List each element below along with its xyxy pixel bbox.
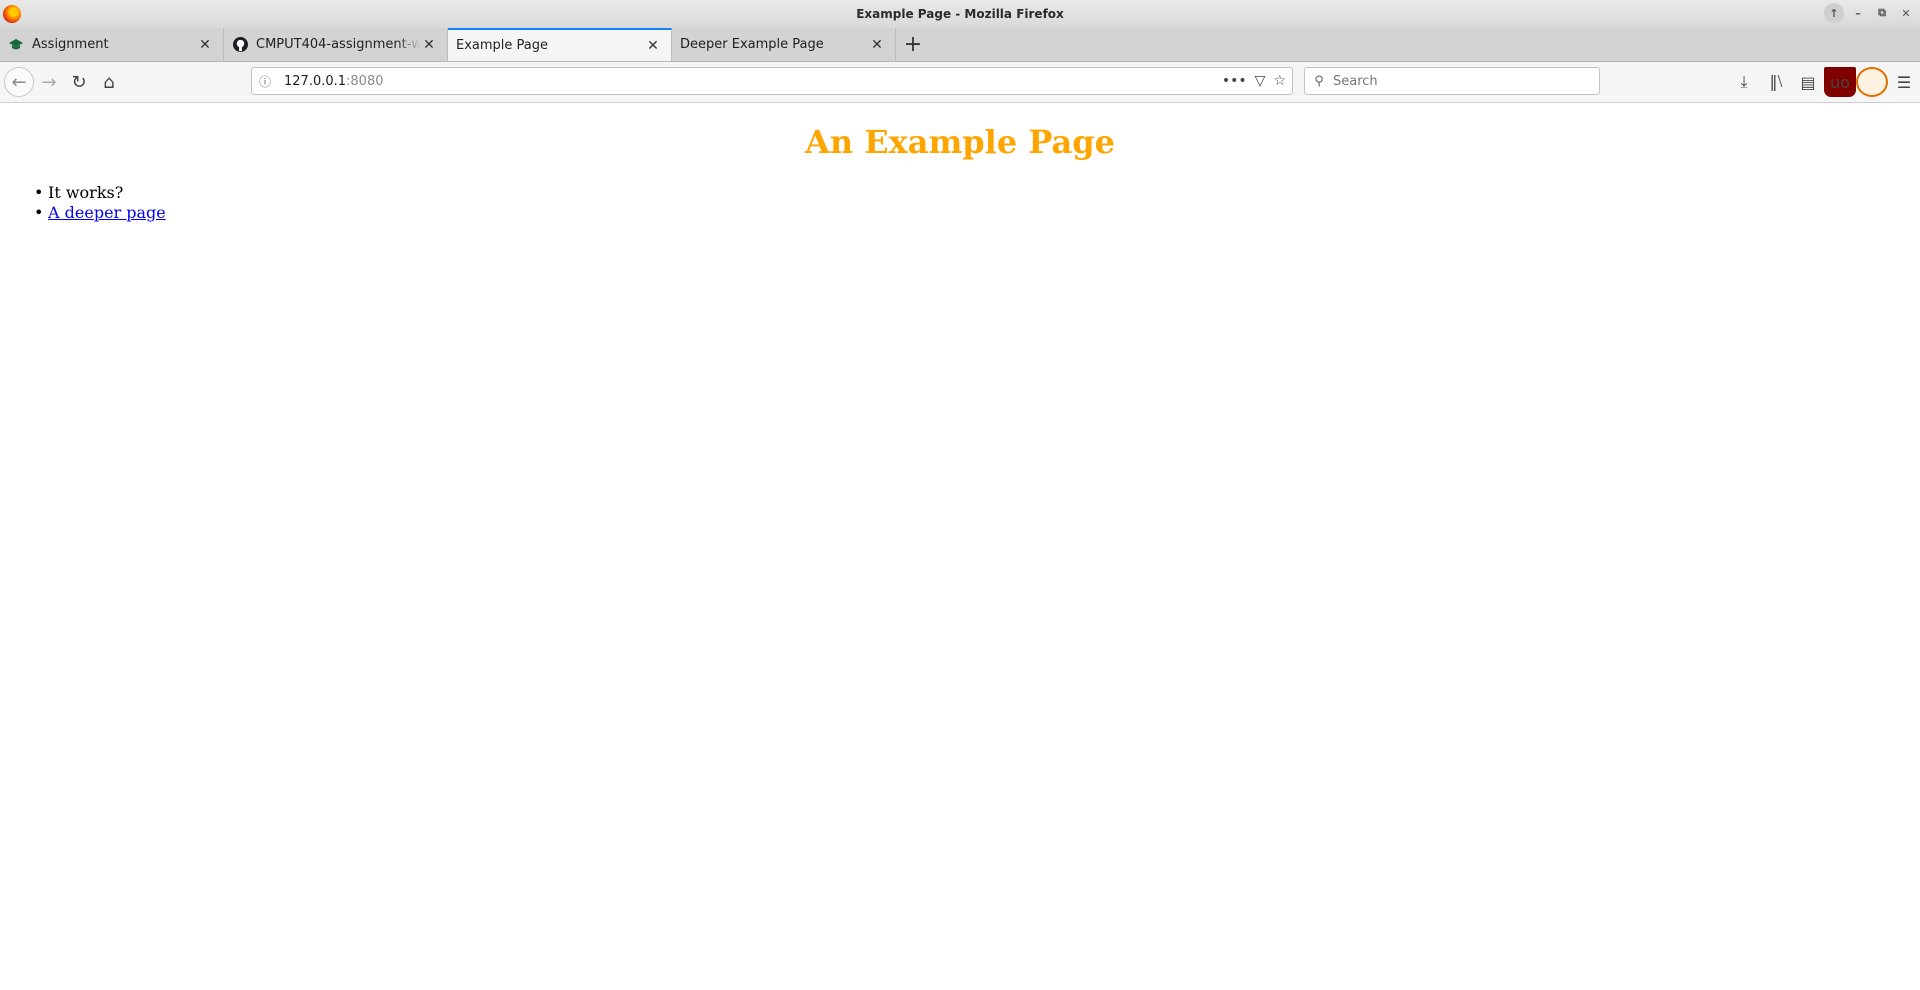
tab-label: Assignment <box>32 37 109 52</box>
scroll-up-icon[interactable]: ↑ <box>1824 3 1844 23</box>
maximize-button[interactable]: ⧉ <box>1872 3 1892 23</box>
firefox-logo-icon <box>3 5 21 23</box>
bookmark-star-icon[interactable]: ☆ <box>1273 73 1286 89</box>
close-tab-icon[interactable]: ✕ <box>869 37 885 53</box>
toolbar-right: ⤓ ‖⧵ ▤ uo ☰ <box>1728 67 1920 97</box>
pocket-icon[interactable]: ▽ <box>1255 73 1266 89</box>
page-actions-icon[interactable]: ••• <box>1222 73 1247 89</box>
close-window-button[interactable]: ✕ <box>1896 3 1916 23</box>
navigation-bar: ← → ↻ ⌂ ⓘ 127.0.0.1:8080 ••• ▽ ☆ ⚲ Searc… <box>0 62 1920 103</box>
url-bar[interactable]: ⓘ 127.0.0.1:8080 ••• ▽ ☆ <box>251 67 1293 95</box>
url-host: 127.0.0.1 <box>284 73 347 89</box>
tab-deeper-example-page[interactable]: Deeper Example Page ✕ <box>672 28 896 61</box>
tab-label: Example Page <box>456 38 549 53</box>
tab-example-page[interactable]: Example Page ✕ <box>448 28 672 61</box>
library-icon[interactable]: ‖⧵ <box>1760 67 1792 97</box>
home-button[interactable]: ⌂ <box>94 67 124 97</box>
forward-button[interactable]: → <box>34 67 64 97</box>
reload-button[interactable]: ↻ <box>64 67 94 97</box>
close-tab-icon[interactable]: ✕ <box>197 37 213 53</box>
window-controls: ↑ – ⧉ ✕ <box>1824 3 1916 23</box>
close-tab-icon[interactable]: ✕ <box>421 37 437 53</box>
sidebar-icon[interactable]: ▤ <box>1792 67 1824 97</box>
extension-icon[interactable] <box>1856 67 1888 97</box>
search-placeholder: Search <box>1333 73 1378 89</box>
window-titlebar: Example Page - Mozilla Firefox ↑ – ⧉ ✕ <box>0 0 1920 28</box>
list-item: It works? <box>34 183 166 203</box>
tab-label: CMPUT404-assignment-w <box>256 37 421 52</box>
tab-strip: Assignment ✕ CMPUT404-assignment-w ✕ Exa… <box>0 28 1920 62</box>
close-tab-icon[interactable]: ✕ <box>645 38 661 54</box>
tab-label: Deeper Example Page <box>680 37 824 52</box>
tab-cmput404[interactable]: CMPUT404-assignment-w ✕ <box>224 28 448 61</box>
list-item: A deeper page <box>34 203 166 223</box>
page-heading: An Example Page <box>805 123 1115 161</box>
menu-icon[interactable]: ☰ <box>1888 67 1920 97</box>
tab-assignment[interactable]: Assignment ✕ <box>0 28 224 61</box>
graduation-cap-icon <box>8 37 24 53</box>
github-icon <box>232 37 248 53</box>
search-input[interactable]: ⚲ Search <box>1304 67 1600 95</box>
downloads-icon[interactable]: ⤓ <box>1728 67 1760 97</box>
ublock-icon[interactable]: uo <box>1824 67 1856 97</box>
back-button[interactable]: ← <box>4 67 34 97</box>
site-info-icon[interactable]: ⓘ <box>252 73 278 90</box>
list-item-text: It works? <box>48 183 124 202</box>
page-list: It works? A deeper page <box>34 183 166 223</box>
deeper-page-link[interactable]: A deeper page <box>48 203 166 222</box>
url-bar-actions: ••• ▽ ☆ <box>1222 73 1292 89</box>
page-content: An Example Page It works? A deeper page <box>0 103 1920 990</box>
new-tab-button[interactable]: + <box>896 28 930 61</box>
minimize-button[interactable]: – <box>1848 3 1868 23</box>
window-title: Example Page - Mozilla Firefox <box>856 7 1064 21</box>
search-icon: ⚲ <box>1314 73 1324 89</box>
url-port: :8080 <box>346 73 384 89</box>
